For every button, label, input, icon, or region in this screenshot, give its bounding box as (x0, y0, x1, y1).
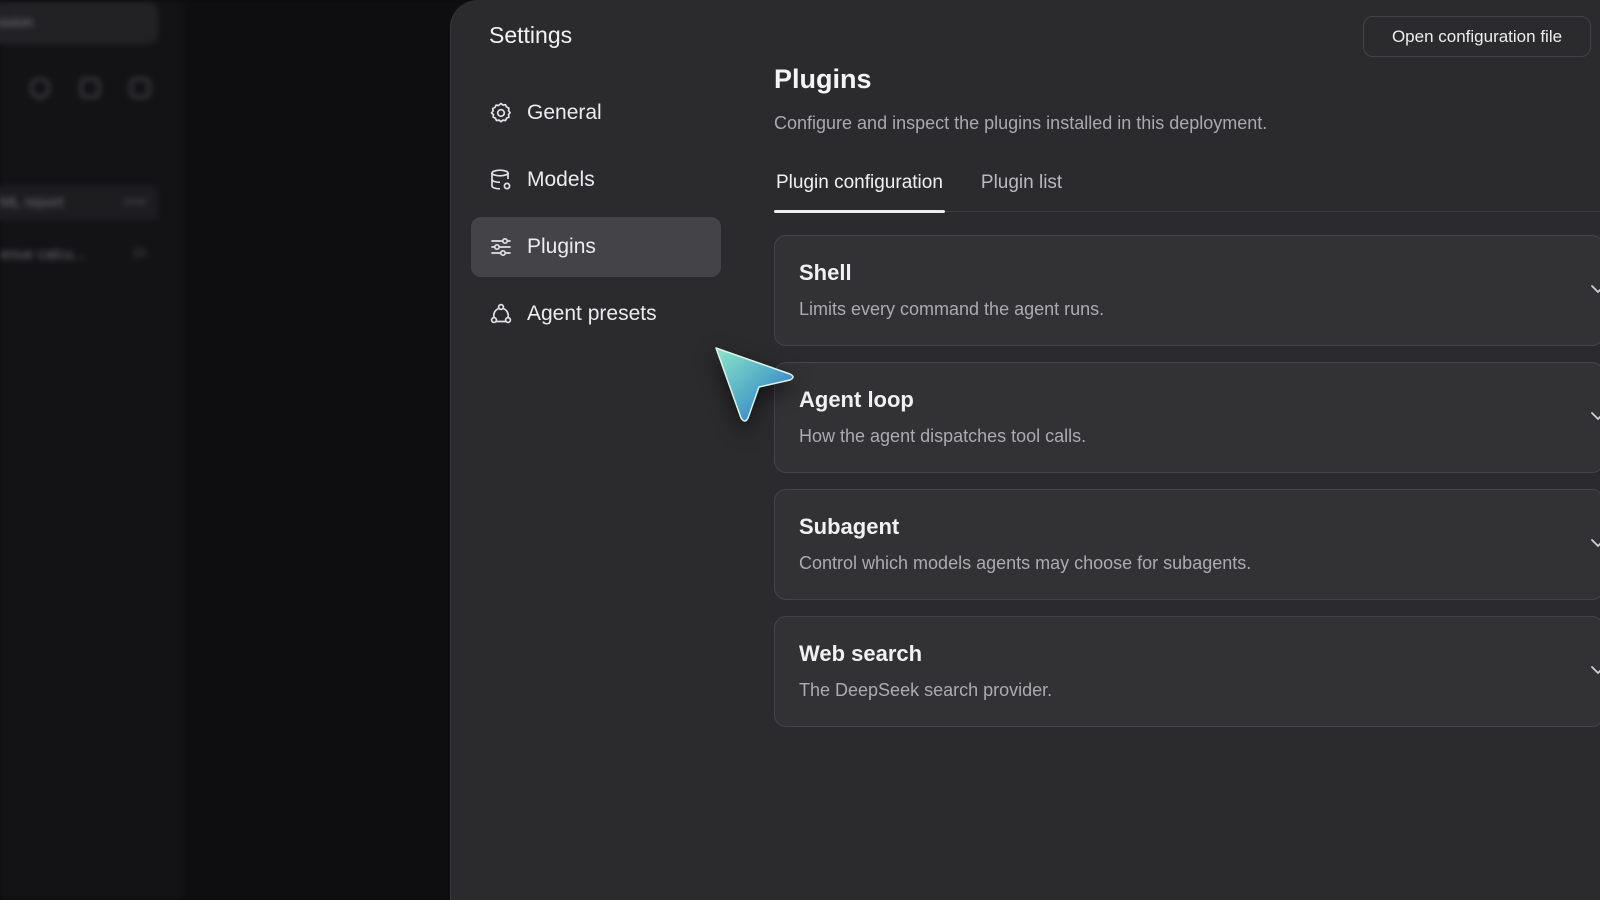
nav-item-label: Agent presets (527, 302, 657, 325)
nav-item-label: General (527, 101, 602, 124)
sliders-icon (489, 235, 513, 259)
plugin-title: Shell (799, 260, 852, 285)
agents-icon (489, 302, 513, 326)
database-icon (489, 168, 513, 192)
background-sidebar: ssion ML report now enue calcu... 1h (0, 0, 182, 900)
gear-icon (489, 101, 513, 125)
plugin-title: Subagent (799, 514, 900, 539)
plugin-card-subagent[interactable]: Subagent Control which models agents may… (774, 489, 1600, 600)
nav-item-label: Models (527, 168, 595, 191)
plugins-panel: Plugins Configure and inspect the plugin… (774, 64, 1600, 743)
tab-plugin-configuration[interactable]: Plugin configuration (774, 168, 945, 213)
screen: ssion ML report now enue calcu... 1h Set… (0, 0, 1600, 900)
background-app: ssion ML report now enue calcu... 1h (0, 0, 470, 900)
history-item-time: now (123, 194, 146, 208)
plugin-list: Shell Limits every command the agent run… (774, 235, 1600, 727)
settings-window: Settings Open configuration file General (450, 0, 1600, 900)
page-description: Configure and inspect the plugins instal… (774, 113, 1268, 133)
settings-nav: General Models Plugins Agent presets (471, 83, 721, 351)
plugin-title: Agent loop (799, 387, 914, 412)
background-toolbar (30, 78, 150, 98)
plugin-title: Web search (799, 641, 923, 666)
tab-plugin-list[interactable]: Plugin list (979, 168, 1064, 212)
history-item-label: enue calcu... (0, 246, 86, 263)
background-new-session-button[interactable]: ssion (0, 2, 158, 44)
plugin-description: Control which models agents may choose f… (799, 553, 1252, 573)
chevron-down-icon[interactable] (1589, 663, 1600, 677)
plugin-description: The DeepSeek search provider. (799, 680, 1053, 700)
page-title: Plugins (774, 64, 872, 94)
chevron-down-icon[interactable] (1589, 409, 1600, 423)
cursor-pointer-icon (715, 347, 794, 422)
plugin-card-shell[interactable]: Shell Limits every command the agent run… (774, 235, 1600, 346)
new-chat-icon[interactable] (130, 78, 150, 98)
plugin-description: How the agent dispatches tool calls. (799, 426, 1087, 446)
history-item-label: ML report (0, 194, 64, 211)
search-icon[interactable] (30, 78, 50, 98)
settings-title: Settings (489, 22, 573, 48)
history-item-time: 1h (132, 246, 146, 260)
tab-bar: Plugin configuration Plugin list (774, 168, 1600, 213)
chevron-down-icon[interactable] (1589, 282, 1600, 296)
open-configuration-file-button[interactable]: Open configuration file (1363, 16, 1591, 57)
plugin-card-web-search[interactable]: Web search The DeepSeek search provider. (774, 616, 1600, 727)
panel-icon[interactable] (80, 78, 100, 98)
plugin-card-agent-loop[interactable]: Agent loop How the agent dispatches tool… (774, 362, 1600, 473)
plugin-description: Limits every command the agent runs. (799, 299, 1105, 319)
background-history-item[interactable]: enue calcu... 1h (0, 238, 158, 272)
nav-item-label: Plugins (527, 235, 596, 258)
nav-item-general[interactable]: General (471, 83, 721, 143)
nav-item-models[interactable]: Models (471, 150, 721, 210)
nav-item-plugins[interactable]: Plugins (471, 217, 721, 277)
background-history-item[interactable]: ML report now (0, 186, 158, 220)
nav-item-agent-presets[interactable]: Agent presets (471, 284, 721, 344)
chevron-down-icon[interactable] (1589, 536, 1600, 550)
